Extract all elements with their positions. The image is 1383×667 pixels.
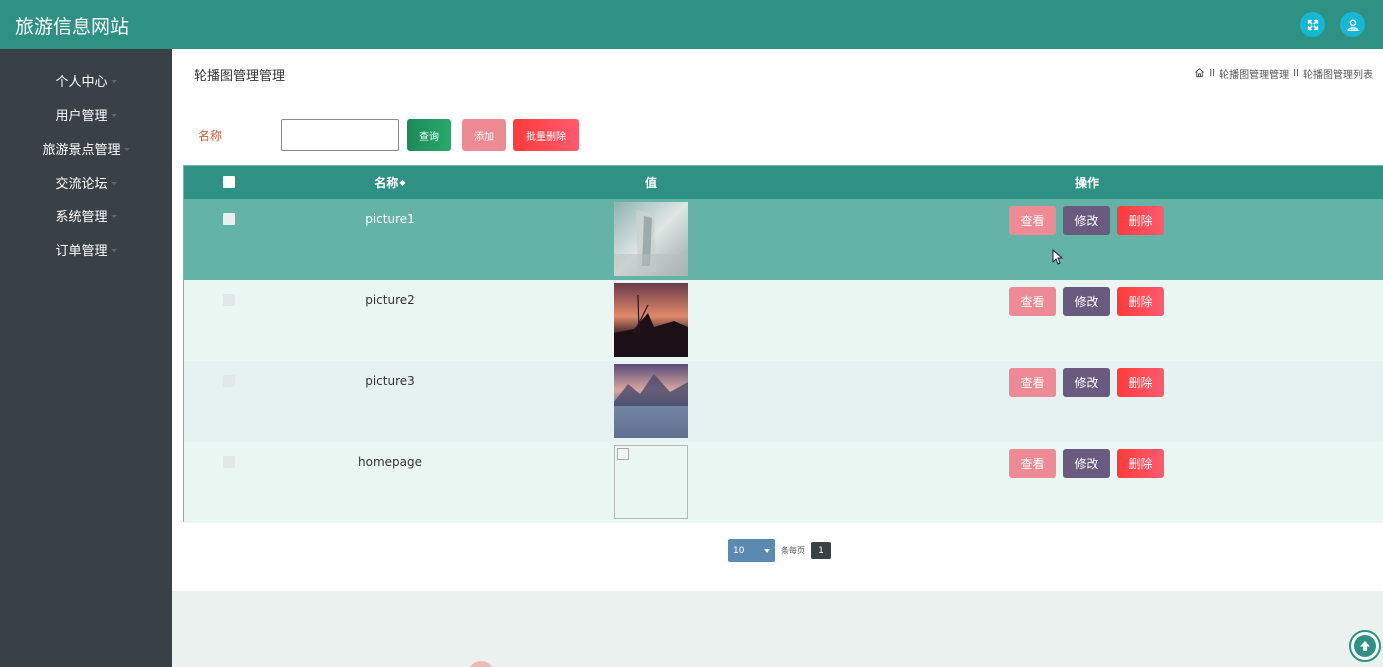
home-icon[interactable] bbox=[1194, 67, 1205, 81]
caret-down-icon bbox=[110, 214, 117, 218]
sidebar-item-label: 用户管理 bbox=[55, 108, 108, 124]
cell-name: picture2 bbox=[365, 293, 415, 307]
view-button[interactable]: 查看 bbox=[1009, 368, 1056, 397]
mouse-cursor-icon bbox=[1052, 249, 1064, 265]
sidebar-item-label: 旅游景点管理 bbox=[42, 142, 121, 158]
per-page-label: 条每页 bbox=[781, 546, 805, 555]
batch-delete-button[interactable]: 批量删除 bbox=[513, 119, 579, 151]
delete-button[interactable]: 删除 bbox=[1117, 449, 1164, 478]
caret-down-icon bbox=[110, 181, 117, 185]
search-name-label: 名称 bbox=[198, 129, 223, 143]
sidebar-item-attraction-management[interactable]: 旅游景点管理 bbox=[0, 134, 172, 162]
top-header: 旅游信息网站 bbox=[0, 0, 1383, 49]
chevron-down-icon bbox=[764, 548, 770, 553]
sidebar: 个人中心 用户管理 旅游景点管理 交流论坛 系统管理 订单管理 bbox=[0, 49, 172, 667]
view-button[interactable]: 查看 bbox=[1009, 206, 1056, 235]
sidebar-item-user-management[interactable]: 用户管理 bbox=[0, 100, 172, 128]
column-header-value: 值 bbox=[644, 176, 657, 190]
breadcrumb-separator: II bbox=[1293, 68, 1299, 79]
fullscreen-icon[interactable] bbox=[1300, 12, 1325, 37]
carousel-image-thumbnail bbox=[614, 364, 688, 438]
row-checkbox[interactable] bbox=[223, 294, 235, 306]
page-size-select[interactable]: 10 bbox=[728, 539, 775, 562]
column-header-actions: 操作 bbox=[1074, 176, 1099, 190]
table-header: 名称 ◆ 值 操作 bbox=[184, 166, 1383, 199]
caret-down-icon bbox=[110, 248, 117, 252]
row-checkbox[interactable] bbox=[223, 213, 235, 225]
sidebar-item-system-management[interactable]: 系统管理 bbox=[0, 201, 172, 229]
sidebar-item-label: 个人中心 bbox=[55, 74, 108, 90]
breadcrumb: II 轮播图管理管理 II 轮播图管理列表 bbox=[1194, 66, 1373, 81]
sidebar-item-label: 系统管理 bbox=[55, 209, 108, 225]
cell-name: homepage bbox=[358, 455, 422, 469]
pagination: 10 条每页 1 bbox=[728, 539, 831, 562]
broken-image-icon bbox=[617, 448, 629, 460]
sidebar-item-label: 订单管理 bbox=[55, 243, 108, 259]
cell-name: picture1 bbox=[365, 212, 415, 226]
sidebar-item-personal-center[interactable]: 个人中心 bbox=[0, 66, 172, 94]
back-to-top-button[interactable] bbox=[1349, 630, 1381, 662]
search-name-input[interactable] bbox=[281, 119, 399, 151]
add-button[interactable]: 添加 bbox=[462, 119, 506, 151]
sidebar-item-forum[interactable]: 交流论坛 bbox=[0, 168, 172, 196]
table-row[interactable]: picture2 查看 修改 删除 bbox=[184, 280, 1383, 361]
select-all-checkbox[interactable] bbox=[223, 176, 235, 188]
decorative-circle bbox=[468, 661, 494, 667]
breadcrumb-item[interactable]: 轮播图管理管理 bbox=[1219, 66, 1289, 81]
delete-button[interactable]: 删除 bbox=[1117, 206, 1164, 235]
sidebar-item-order-management[interactable]: 订单管理 bbox=[0, 235, 172, 263]
carousel-image-thumbnail bbox=[614, 283, 688, 357]
edit-button[interactable]: 修改 bbox=[1063, 368, 1110, 397]
caret-down-icon bbox=[123, 147, 130, 151]
table-row[interactable]: picture3 查看 修改 删除 bbox=[184, 361, 1383, 442]
edit-button[interactable]: 修改 bbox=[1063, 287, 1110, 316]
table-row[interactable]: picture1 查看 修改 删除 bbox=[184, 199, 1383, 280]
breadcrumb-separator: II bbox=[1209, 68, 1216, 79]
row-checkbox[interactable] bbox=[223, 456, 235, 468]
query-button[interactable]: 查询 bbox=[407, 119, 451, 151]
view-button[interactable]: 查看 bbox=[1009, 287, 1056, 316]
edit-button[interactable]: 修改 bbox=[1063, 449, 1110, 478]
sidebar-item-label: 交流论坛 bbox=[55, 176, 108, 192]
delete-button[interactable]: 删除 bbox=[1117, 287, 1164, 316]
carousel-table: 名称 ◆ 值 操作 picture1 查看 修改 删除 picture2 查看 … bbox=[183, 165, 1383, 523]
view-button[interactable]: 查看 bbox=[1009, 449, 1056, 478]
caret-down-icon bbox=[110, 79, 117, 83]
column-header-name[interactable]: 名称 ◆ bbox=[340, 166, 440, 199]
sort-icon: ◆ bbox=[399, 178, 406, 187]
caret-down-icon bbox=[110, 113, 117, 117]
arrow-up-icon bbox=[1354, 635, 1376, 657]
page-title: 轮播图管理管理 bbox=[194, 69, 286, 84]
page-number-button[interactable]: 1 bbox=[811, 542, 831, 559]
site-title: 旅游信息网站 bbox=[15, 16, 130, 38]
carousel-image-thumbnail bbox=[614, 202, 688, 276]
broken-image-placeholder bbox=[614, 445, 688, 519]
breadcrumb-item: 轮播图管理列表 bbox=[1303, 70, 1373, 81]
main-content: 轮播图管理管理 II 轮播图管理管理 II 轮播图管理列表 名称 查询 添加 批… bbox=[172, 49, 1383, 591]
table-row[interactable]: homepage 查看 修改 删除 bbox=[184, 442, 1383, 523]
cell-name: picture3 bbox=[365, 374, 415, 388]
delete-button[interactable]: 删除 bbox=[1117, 368, 1164, 397]
user-icon[interactable] bbox=[1340, 12, 1365, 37]
edit-button[interactable]: 修改 bbox=[1063, 206, 1110, 235]
row-checkbox[interactable] bbox=[223, 375, 235, 387]
